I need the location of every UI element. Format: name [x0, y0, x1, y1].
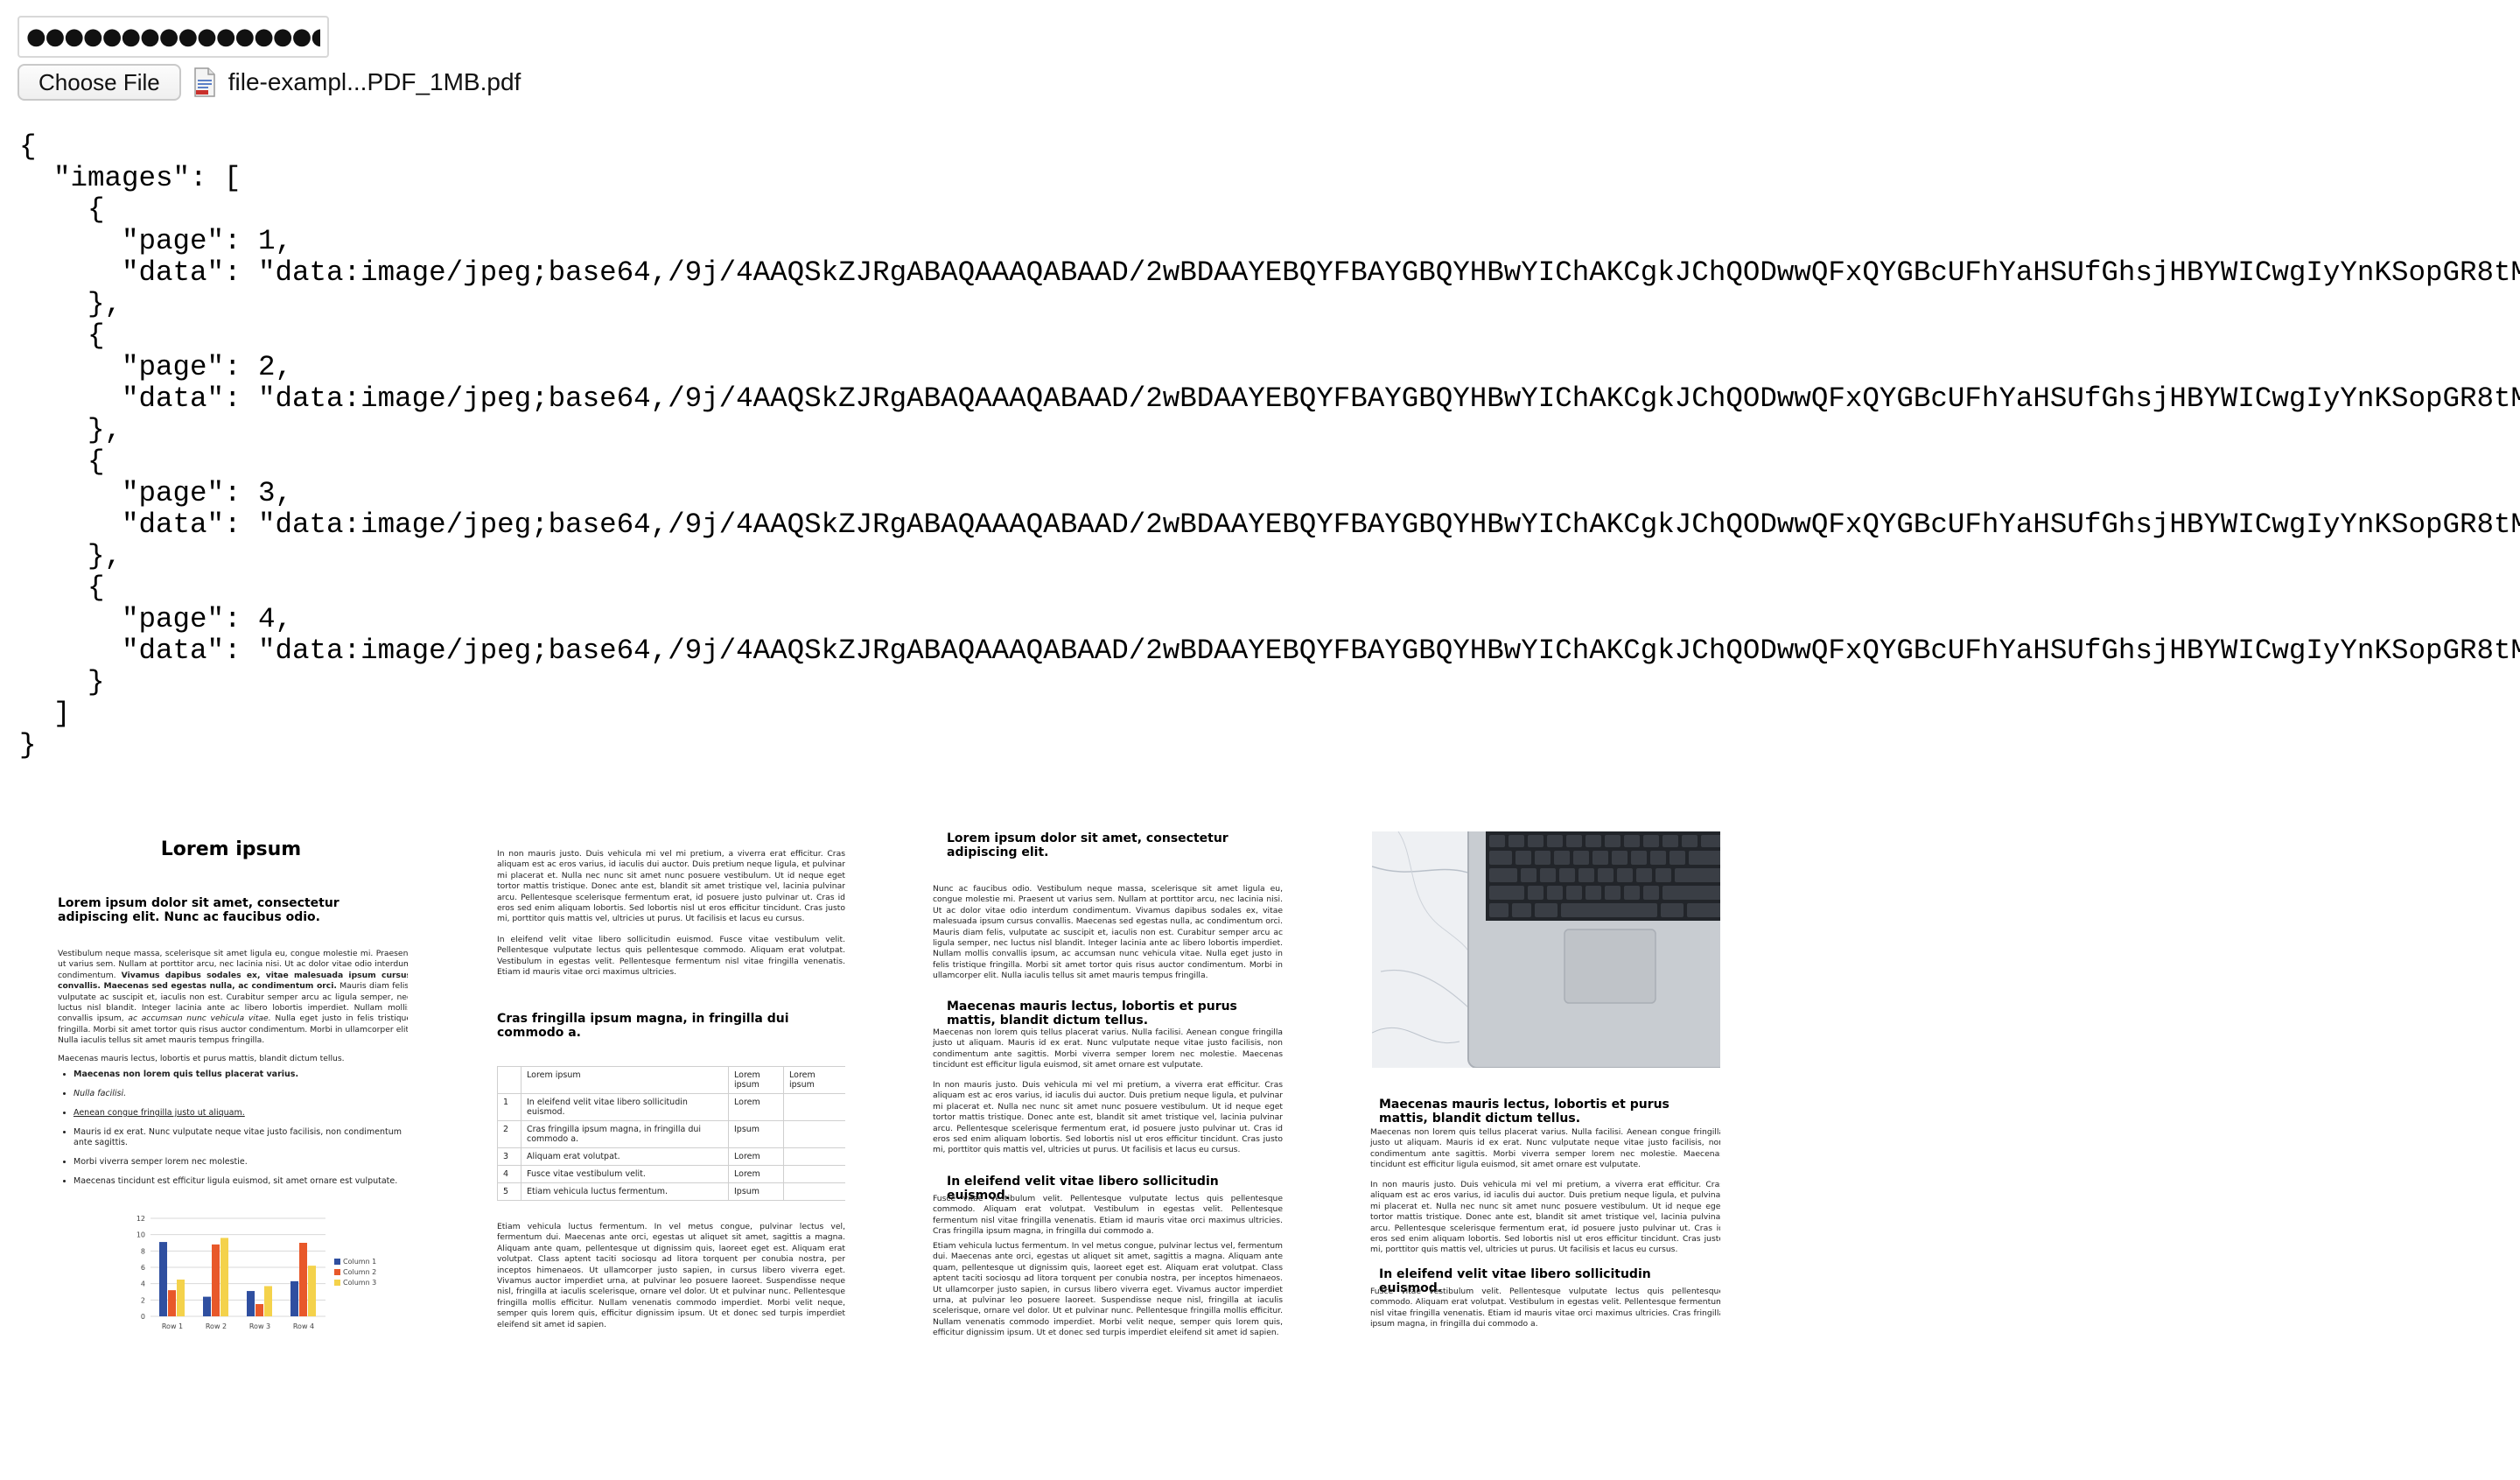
- page4-heading-1: Maecenas mauris lectus, lobortis et puru…: [1379, 1098, 1670, 1126]
- chart-x-tick-label: Row 4: [293, 1322, 314, 1330]
- bar-chart: 0 2 4 6 8 10 12 Row 1 Row 2 Row 3 Row 4 Column 1 Col…: [136, 1215, 376, 1330]
- chart-y-tick-label: 6: [141, 1264, 145, 1272]
- page2-paragraph-2: In eleifend velit vitae libero sollicitu…: [497, 935, 845, 978]
- table-header-row: Lorem ipsum Lorem ipsum Lorem ipsum: [497, 1066, 845, 1094]
- page3-paragraph-2: Maecenas non lorem quis tellus placerat …: [933, 1028, 1283, 1070]
- list-item: Nulla facilisi.: [74, 1089, 408, 1099]
- chart-y-tick-label: 12: [136, 1215, 145, 1223]
- page3-paragraph-4: Fusce vitae vestibulum velit. Pellentesq…: [933, 1194, 1283, 1237]
- chart-bar: [212, 1244, 220, 1316]
- page-thumbnail-1: Lorem ipsum Lorem ipsum dolor sit amet, …: [54, 830, 408, 1337]
- table-row: 3 Aliquam erat volutpat. Lorem: [497, 1147, 845, 1166]
- page2-paragraph-3: Etiam vehicula luctus fermentum. In vel …: [497, 1222, 845, 1329]
- list-item: Mauris id ex erat. Nunc vulputate neque …: [74, 1127, 408, 1148]
- json-output-line: "images": [: [19, 162, 242, 194]
- json-output-line: "page": 2,: [19, 351, 293, 383]
- json-output-line: "data": "data:image/jpeg;base64,/9j/4AAQ…: [19, 509, 2520, 541]
- chart-bar: [220, 1238, 228, 1316]
- chart-x-tick-label: Row 1: [162, 1322, 183, 1330]
- list-item: Maecenas non lorem quis tellus placerat …: [74, 1070, 408, 1080]
- chart-bar: [256, 1304, 263, 1316]
- json-output-line: {: [19, 445, 105, 478]
- password-input[interactable]: [18, 16, 329, 58]
- table-row: 2 Cras fringilla ipsum magna, in fringill…: [497, 1120, 845, 1148]
- page3-paragraph-3: In non mauris justo. Duis vehicula mi ve…: [933, 1080, 1283, 1155]
- json-output: { "images": [ { "page": 1, "data": "data…: [19, 131, 2520, 761]
- file-input[interactable]: Choose File file-exampl...PDF_1MB.pdf: [18, 63, 521, 102]
- json-output-line: {: [19, 193, 105, 226]
- json-output-line: }: [19, 729, 37, 761]
- json-output-line: ]: [19, 698, 71, 730]
- chart-bar: [168, 1290, 176, 1316]
- json-output-line: },: [19, 288, 122, 320]
- json-output-line: "page": 1,: [19, 225, 293, 257]
- chart-bar: [290, 1280, 298, 1316]
- chart-y-tick-label: 4: [141, 1280, 145, 1288]
- page2-paragraph-1: In non mauris justo. Duis vehicula mi ve…: [497, 849, 845, 924]
- table-row: 4 Fusce vitae vestibulum velit. Lorem: [497, 1165, 845, 1183]
- page3-paragraph-5: Etiam vehicula luctus fermentum. In vel …: [933, 1241, 1283, 1337]
- choose-file-button[interactable]: Choose File: [18, 64, 181, 101]
- page2-table: Lorem ipsum Lorem ipsum Lorem ipsum 1 In …: [497, 1066, 845, 1201]
- chart-bar: [247, 1291, 255, 1316]
- page-thumbnail-4: Maecenas mauris lectus, lobortis et puru…: [1367, 830, 1720, 1337]
- page4-paragraph-1: Maecenas non lorem quis tellus placerat …: [1370, 1127, 1720, 1170]
- chart-bar: [177, 1280, 185, 1316]
- page3-heading-2: Maecenas mauris lectus, lobortis et puru…: [947, 1000, 1237, 1028]
- page4-paragraph-2: In non mauris justo. Duis vehicula mi ve…: [1370, 1180, 1720, 1255]
- page1-paragraph-2: Maecenas mauris lectus, lobortis et puru…: [58, 1054, 345, 1063]
- chart-bar: [264, 1286, 272, 1316]
- json-output-line: {: [19, 572, 105, 604]
- page-thumbnail-3: Lorem ipsum dolor sit amet, consectetur …: [929, 830, 1283, 1337]
- chart-x-tick-label: Row 3: [249, 1322, 270, 1330]
- list-item: Morbi viverra semper lorem nec molestie.: [74, 1157, 408, 1168]
- page4-paragraph-3: Fusce vitae vestibulum velit. Pellentesq…: [1370, 1287, 1720, 1329]
- json-output-line: "data": "data:image/jpeg;base64,/9j/4AAQ…: [19, 256, 2520, 289]
- chart-legend-swatch: [334, 1280, 340, 1286]
- page-thumbnail-2: In non mauris justo. Duis vehicula mi ve…: [492, 830, 845, 1337]
- json-output-line: }: [19, 666, 105, 698]
- json-output-line: "data": "data:image/jpeg;base64,/9j/4AAQ…: [19, 635, 2520, 667]
- laptop-on-marble-photo: [1372, 831, 1720, 1068]
- table-row: 5 Etiam vehicula luctus fermentum. Ipsum: [497, 1182, 845, 1201]
- chart-legend-swatch: [334, 1269, 340, 1275]
- json-output-line: {: [19, 319, 105, 352]
- page3-heading-1: Lorem ipsum dolor sit amet, consectetur …: [947, 831, 1228, 859]
- chart-legend-swatch: [334, 1259, 340, 1265]
- json-output-line: {: [19, 130, 37, 163]
- chart-y-tick-label: 10: [136, 1231, 145, 1239]
- chart-legend-label: Column 3: [343, 1279, 376, 1287]
- page3-paragraph-1: Nunc ac faucibus odio. Vestibulum neque …: [933, 884, 1283, 981]
- chart-y-tick-label: 0: [141, 1313, 145, 1321]
- chart-x-tick-label: Row 2: [206, 1322, 227, 1330]
- json-output-line: },: [19, 414, 122, 446]
- chart-bar: [299, 1243, 307, 1316]
- page2-heading: Cras fringilla ipsum magna, in fringilla…: [497, 1012, 789, 1040]
- json-output-line: "page": 4,: [19, 603, 293, 635]
- list-item: Maecenas tincidunt est efficitur ligula …: [74, 1176, 408, 1187]
- chart-bar: [308, 1266, 316, 1316]
- selected-file-name: file-exampl...PDF_1MB.pdf: [228, 68, 522, 95]
- chart-y-tick-label: 8: [141, 1247, 145, 1255]
- page1-bullet-list: Maecenas non lorem quis tellus placerat …: [54, 1070, 408, 1196]
- chart-bar: [159, 1242, 167, 1316]
- json-output-line: },: [19, 540, 122, 572]
- page1-title: Lorem ipsum: [160, 838, 302, 860]
- table-row: 1 In eleifend velit vitae libero sollicit…: [497, 1093, 845, 1121]
- json-output-line: "data": "data:image/jpeg;base64,/9j/4AAQ…: [19, 382, 2520, 415]
- chart-bar: [203, 1296, 211, 1316]
- page1-subtitle: Lorem ipsum dolor sit amet, consectetur …: [58, 896, 340, 924]
- pdf-document-icon: [193, 67, 215, 97]
- chart-y-tick-label: 2: [141, 1296, 145, 1304]
- chart-legend-label: Column 1: [343, 1258, 376, 1266]
- json-output-line: "page": 3,: [19, 477, 293, 509]
- page1-paragraph-1: Vestibulum neque massa, scelerisque sit …: [58, 949, 408, 1046]
- list-item: Aenean congue fringilla justo ut aliquam…: [74, 1108, 408, 1119]
- chart-legend-label: Column 2: [343, 1268, 376, 1276]
